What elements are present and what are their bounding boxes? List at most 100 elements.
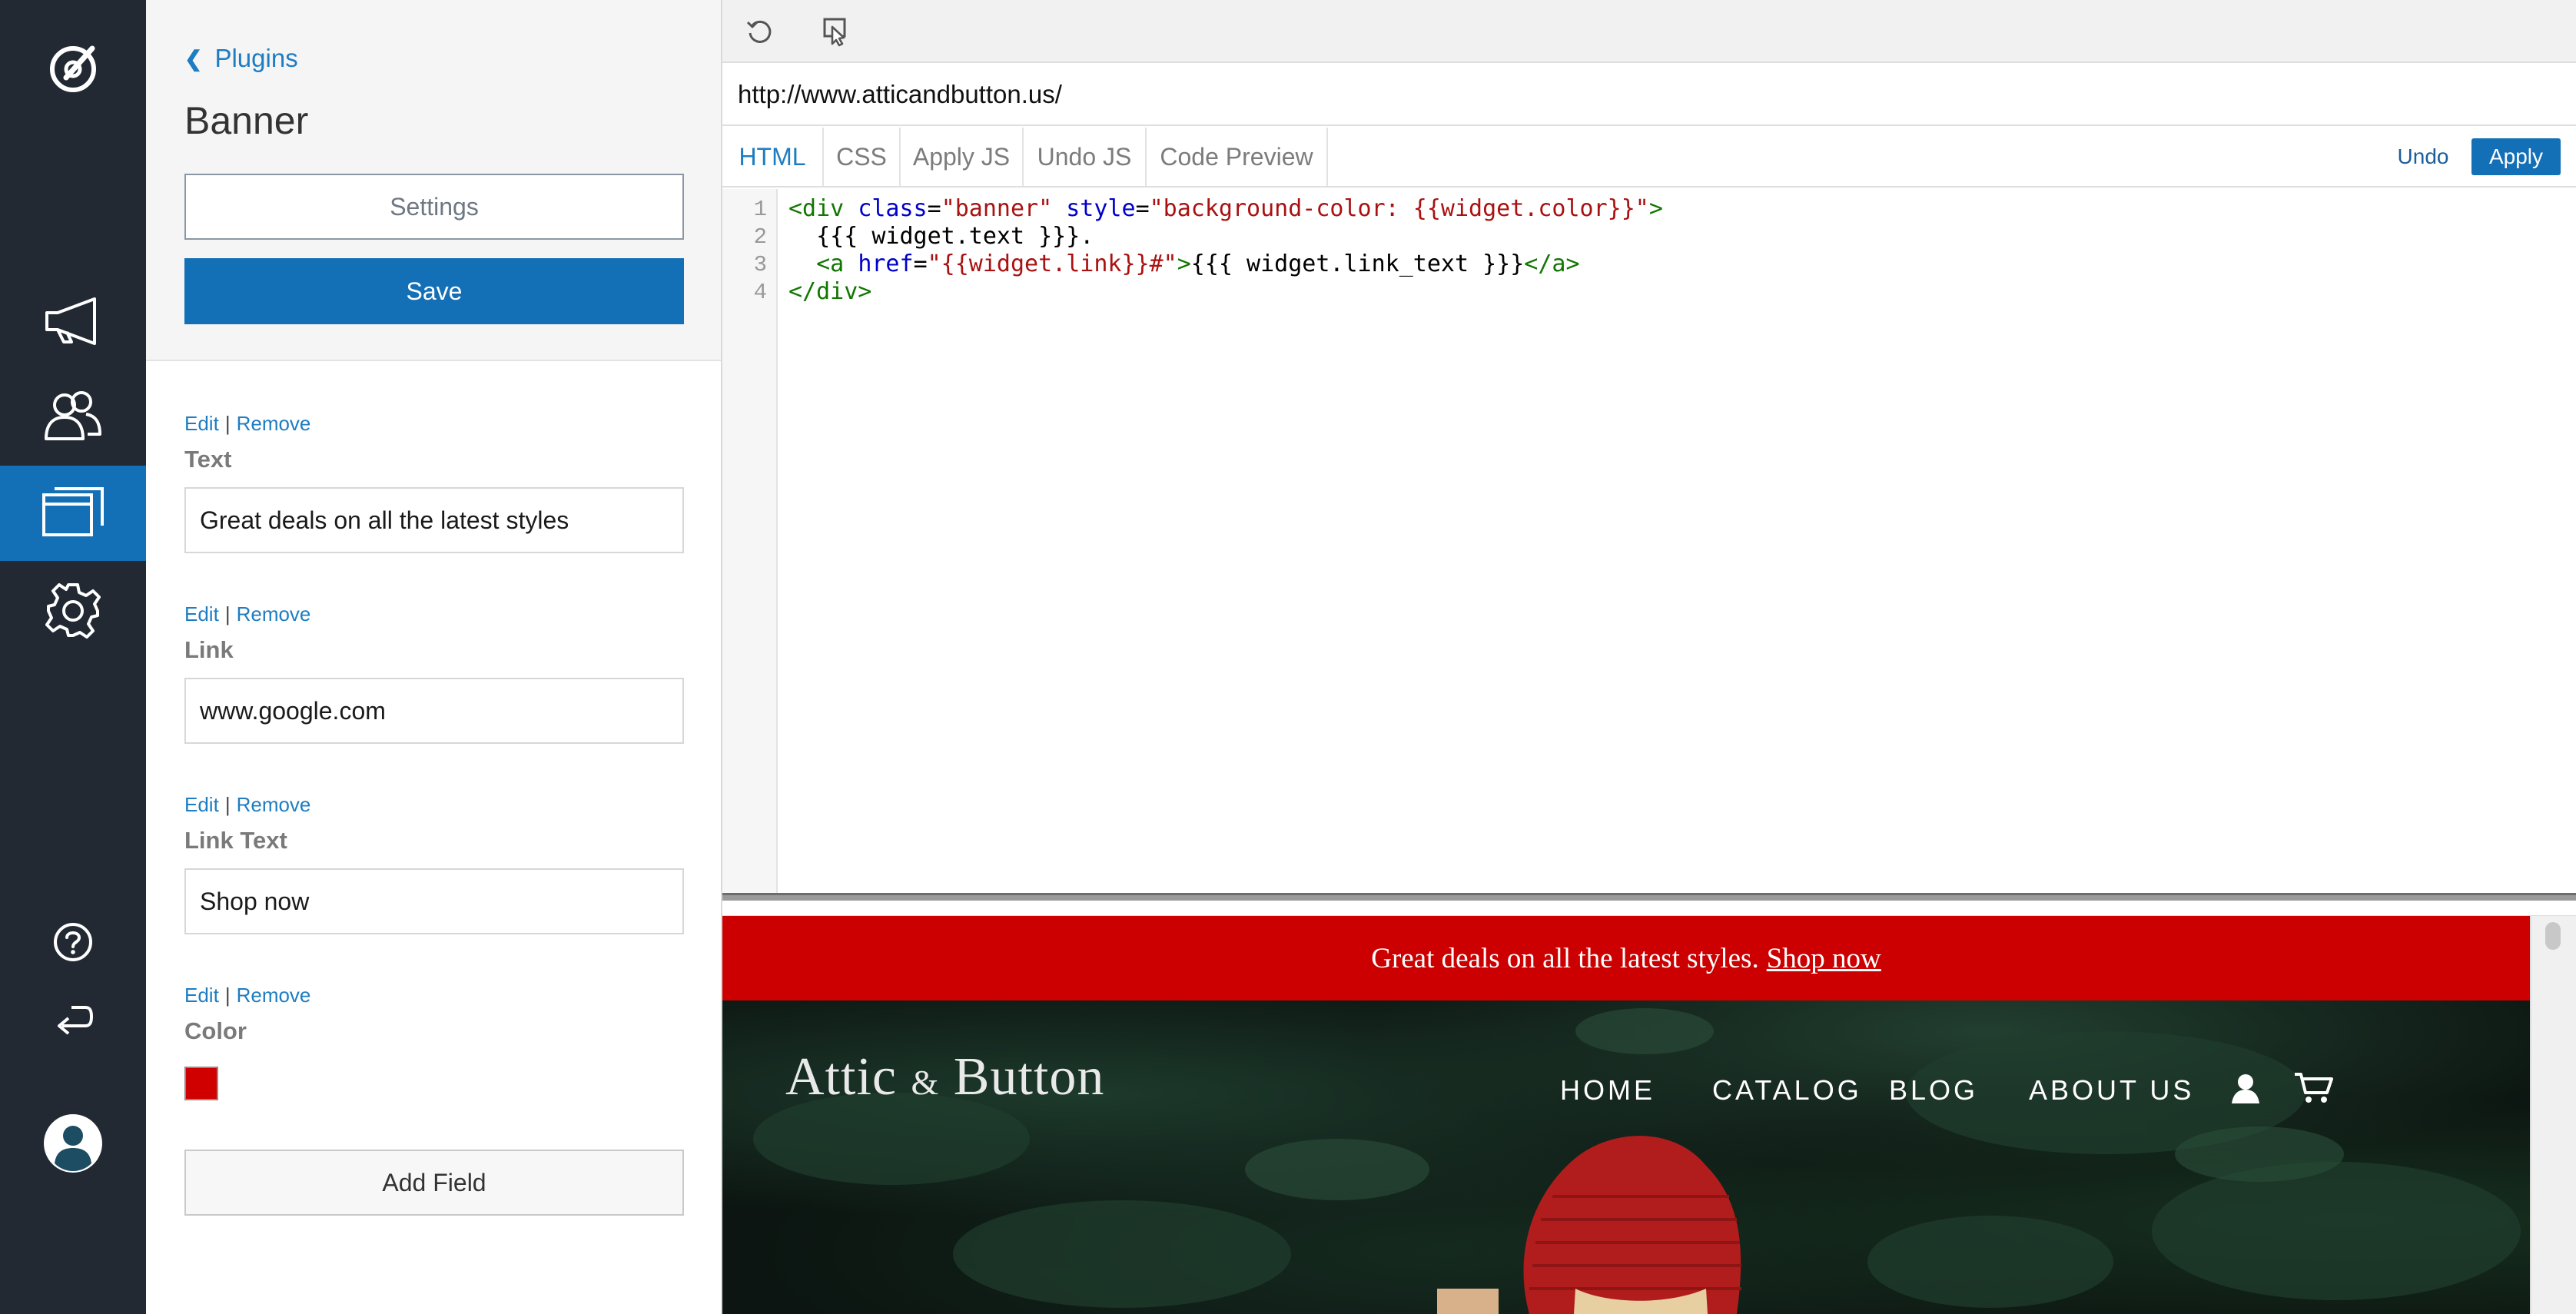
chevron-left-icon: ❮ bbox=[184, 46, 203, 71]
tab-html[interactable]: HTML bbox=[722, 128, 824, 186]
remove-text-field-link[interactable]: Remove bbox=[237, 412, 311, 436]
code-line-3: <a href="{{widget.link}}#">{{{ widget.li… bbox=[788, 251, 1579, 277]
site-preview: Great deals on all the latest styles. Sh… bbox=[722, 901, 2576, 1314]
code-token: "banner" bbox=[941, 195, 1053, 222]
nav-home[interactable]: HOME bbox=[1560, 1074, 1655, 1107]
remove-color-field-link[interactable]: Remove bbox=[237, 984, 311, 1007]
undo-button[interactable]: Undo bbox=[2381, 138, 2465, 175]
code-token: {{{ widget.link_text }}} bbox=[1190, 251, 1525, 277]
edit-link-text-field-link[interactable]: Edit bbox=[184, 793, 219, 817]
panel-header: ❮ Plugins Banner Settings Save bbox=[146, 0, 721, 361]
scrollbar-thumb[interactable] bbox=[2545, 922, 2561, 950]
edit-color-field-link[interactable]: Edit bbox=[184, 984, 219, 1007]
edit-text-field-link[interactable]: Edit bbox=[184, 412, 219, 436]
code-token: </div> bbox=[788, 278, 872, 305]
return-arrow-icon[interactable] bbox=[0, 999, 146, 1040]
cart-icon[interactable] bbox=[2293, 1071, 2333, 1109]
editor-area: http://www.atticandbutton.us/ HTML CSS A… bbox=[722, 0, 2576, 1314]
apply-button[interactable]: Apply bbox=[2471, 138, 2561, 175]
tab-css[interactable]: CSS bbox=[824, 128, 901, 186]
link-text-field-actions: Edit | Remove bbox=[184, 793, 310, 817]
editor-toolbar bbox=[722, 0, 2576, 63]
megaphone-icon[interactable] bbox=[0, 290, 146, 352]
code-line-1: <div class="banner" style="background-co… bbox=[788, 195, 1663, 222]
link-field-input[interactable]: www.google.com bbox=[184, 678, 684, 744]
refresh-icon[interactable] bbox=[741, 12, 779, 51]
preview-banner: Great deals on all the latest styles. Sh… bbox=[722, 916, 2530, 1000]
link-field-actions: Edit | Remove bbox=[184, 602, 310, 626]
banner-text: Great deals on all the latest styles. bbox=[1371, 942, 1759, 974]
logo-part-1: Attic bbox=[785, 1047, 897, 1107]
edit-link-field-link[interactable]: Edit bbox=[184, 602, 219, 626]
plugin-panel: ❮ Plugins Banner Settings Save Edit | Re… bbox=[146, 0, 722, 1314]
select-element-icon[interactable] bbox=[816, 12, 855, 51]
back-to-plugins-link[interactable]: ❮ Plugins bbox=[184, 41, 298, 75]
color-field-actions: Edit | Remove bbox=[184, 984, 310, 1007]
tab-apply-js[interactable]: Apply JS bbox=[901, 128, 1024, 186]
help-icon[interactable] bbox=[0, 919, 146, 965]
link-field-label: Link bbox=[184, 636, 234, 663]
url-bar[interactable]: http://www.atticandbutton.us/ bbox=[722, 65, 2576, 126]
code-token: = bbox=[927, 195, 941, 222]
remove-link-text-field-link[interactable]: Remove bbox=[237, 793, 311, 817]
code-editor[interactable]: 1 2 3 4 <div class="banner" style="backg… bbox=[722, 189, 2576, 893]
separator: | bbox=[224, 602, 231, 625]
avatar-icon[interactable] bbox=[0, 1110, 146, 1177]
nav-catalog[interactable]: CATALOG bbox=[1712, 1074, 1862, 1107]
code-token: href bbox=[858, 251, 914, 277]
editor-tabs: HTML CSS Apply JS Undo JS Code Preview U… bbox=[722, 128, 2576, 187]
code-line-4: </div> bbox=[788, 278, 871, 305]
code-token: <a bbox=[816, 251, 858, 277]
back-link-label: Plugins bbox=[214, 44, 298, 72]
link-text-field-label: Link Text bbox=[184, 827, 287, 854]
tab-code-preview[interactable]: Code Preview bbox=[1147, 128, 1328, 186]
line-number: 4 bbox=[753, 280, 767, 305]
code-token: = bbox=[913, 251, 928, 277]
remove-link-field-link[interactable]: Remove bbox=[237, 602, 311, 626]
tab-undo-js[interactable]: Undo JS bbox=[1024, 128, 1147, 186]
code-token: <div bbox=[788, 195, 858, 222]
code-token: > bbox=[1177, 251, 1191, 277]
code-token: class bbox=[858, 195, 928, 222]
line-number: 2 bbox=[753, 224, 767, 250]
logo-part-2: Button bbox=[953, 1047, 1105, 1107]
separator: | bbox=[224, 984, 231, 1007]
app-rail bbox=[0, 0, 146, 1314]
page-title: Banner bbox=[184, 99, 309, 142]
color-swatch[interactable] bbox=[184, 1067, 218, 1100]
line-number-gutter: 1 2 3 4 bbox=[722, 189, 778, 893]
color-field-label: Color bbox=[184, 1017, 247, 1044]
hero-image: Attic & Button HOME CATALOG BLOG ABOUT U… bbox=[722, 1000, 2530, 1314]
nav-blog[interactable]: BLOG bbox=[1889, 1074, 1978, 1107]
windows-icon[interactable] bbox=[0, 476, 146, 550]
users-icon[interactable] bbox=[0, 384, 146, 449]
code-token: > bbox=[1648, 195, 1663, 222]
link-text-field-input[interactable]: Shop now bbox=[184, 868, 684, 934]
line-number: 3 bbox=[753, 252, 767, 277]
line-number: 1 bbox=[753, 197, 767, 222]
nav-about-us[interactable]: ABOUT US bbox=[2029, 1074, 2194, 1107]
add-field-button[interactable]: Add Field bbox=[184, 1150, 684, 1216]
settings-button[interactable]: Settings bbox=[184, 174, 684, 240]
code-token: = bbox=[1135, 195, 1150, 222]
text-field-actions: Edit | Remove bbox=[184, 412, 310, 436]
preview-scrollbar[interactable] bbox=[2530, 916, 2576, 1314]
save-button[interactable]: Save bbox=[184, 258, 684, 324]
gear-icon[interactable] bbox=[0, 576, 146, 645]
code-token: "background-color: {{widget.color}}" bbox=[1149, 195, 1649, 222]
compass-logo-icon[interactable] bbox=[0, 38, 146, 100]
user-icon[interactable] bbox=[2229, 1071, 2262, 1109]
code-line-2: {{{ widget.text }}}. bbox=[788, 223, 1094, 250]
logo-ampersand: & bbox=[911, 1063, 940, 1102]
separator: | bbox=[224, 412, 231, 435]
code-token: "{{widget.link}}#" bbox=[927, 251, 1177, 277]
pane-splitter[interactable] bbox=[722, 893, 2576, 901]
text-field-label: Text bbox=[184, 446, 232, 473]
preview-top-strip bbox=[722, 901, 2576, 916]
model-photo bbox=[1437, 1136, 1741, 1314]
store-logo[interactable]: Attic & Button bbox=[785, 1047, 1104, 1108]
text-field-input[interactable]: Great deals on all the latest styles bbox=[184, 487, 684, 553]
banner-link[interactable]: Shop now bbox=[1767, 942, 1881, 975]
